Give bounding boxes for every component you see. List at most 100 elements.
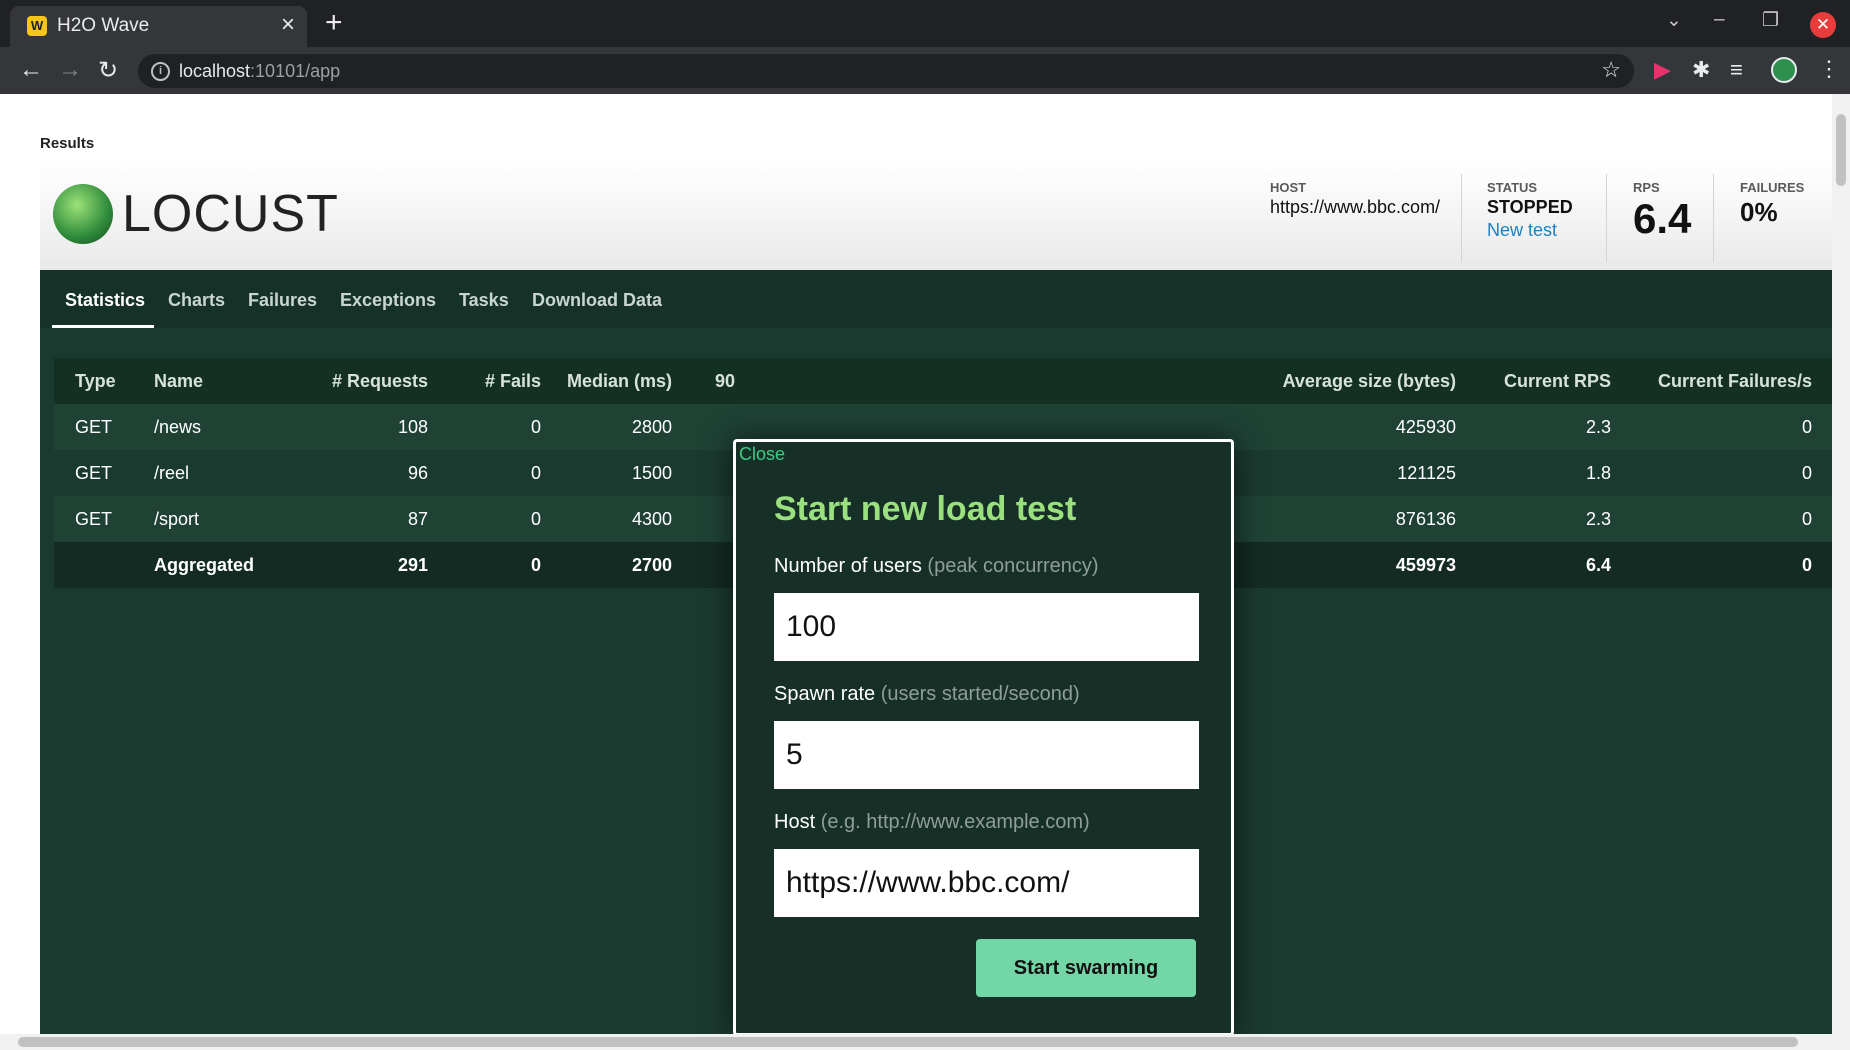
url-path: :10101/app bbox=[250, 61, 341, 81]
cell-name: /news bbox=[154, 417, 202, 437]
cell-fails: 0 bbox=[530, 509, 541, 529]
cell-name: /sport bbox=[154, 509, 200, 529]
new-test-link[interactable]: New test bbox=[1487, 220, 1573, 241]
browser-tabstrip: W H2O Wave × + ⌄ – ❐ ✕ bbox=[0, 0, 1850, 47]
col-type[interactable]: Type bbox=[75, 371, 116, 392]
host-label: Host bbox=[774, 811, 816, 833]
reload-icon[interactable]: ↻ bbox=[98, 56, 118, 85]
tab-tasks[interactable]: Tasks bbox=[459, 290, 509, 311]
scrollbar-thumb[interactable] bbox=[18, 1037, 1798, 1047]
tab-search-icon[interactable]: ⌄ bbox=[1666, 9, 1682, 32]
profile-avatar[interactable] bbox=[1771, 57, 1797, 83]
page-viewport: Results LOCUST HOST https://www.bbc.com/… bbox=[0, 94, 1850, 1050]
url-text[interactable]: localhost:10101/app bbox=[179, 61, 340, 82]
back-icon[interactable]: ← bbox=[19, 56, 43, 84]
cell-median: 2700 bbox=[631, 555, 672, 575]
close-tab-icon[interactable]: × bbox=[281, 11, 295, 39]
close-dialog-link[interactable]: Close bbox=[739, 444, 785, 465]
col-requests[interactable]: # Requests bbox=[332, 371, 428, 392]
cell-avg-size: 425930 bbox=[1395, 417, 1456, 437]
col-current-failures[interactable]: Current Failures/s bbox=[1658, 371, 1812, 392]
forward-icon[interactable]: → bbox=[58, 56, 82, 84]
col-avg-size[interactable]: Average size (bytes) bbox=[1283, 371, 1456, 392]
scrollbar-thumb[interactable] bbox=[1836, 114, 1846, 186]
users-hint: (peak concurrency) bbox=[927, 555, 1099, 577]
cell-name: /reel bbox=[154, 463, 190, 483]
extensions-puzzle-icon[interactable]: ✱ bbox=[1692, 57, 1710, 83]
cell-median: 2800 bbox=[631, 417, 672, 437]
browser-toolbar: ← → ↻ i localhost:10101/app ☆ ▶ ✱ ≡ ⋮ bbox=[0, 47, 1850, 94]
users-label: Number of users bbox=[774, 555, 922, 577]
col-fails[interactable]: # Fails bbox=[485, 371, 541, 392]
locust-logo-icon bbox=[53, 184, 113, 244]
host-input[interactable] bbox=[774, 849, 1199, 917]
cell-avg-size: 121125 bbox=[1397, 463, 1456, 483]
cell-fails: 0 bbox=[530, 417, 541, 437]
cell-fails: 0 bbox=[530, 463, 541, 483]
users-input[interactable] bbox=[774, 593, 1199, 661]
rps-label: RPS bbox=[1633, 180, 1660, 195]
restore-icon[interactable]: ❐ bbox=[1762, 9, 1779, 32]
cell-name: Aggregated bbox=[154, 555, 255, 575]
menu-kebab-icon[interactable]: ⋮ bbox=[1818, 56, 1840, 82]
tab-statistics[interactable]: Statistics bbox=[65, 290, 145, 311]
cell-type: GET bbox=[75, 417, 113, 437]
cell-requests: 108 bbox=[397, 417, 428, 437]
col-name[interactable]: Name bbox=[154, 371, 203, 392]
cell-current-failures: 0 bbox=[1801, 555, 1812, 575]
window-close-icon[interactable]: ✕ bbox=[1810, 12, 1836, 38]
cell-current-failures: 0 bbox=[1801, 417, 1812, 437]
cell-median: 4300 bbox=[631, 509, 672, 529]
rps-stat: RPS 6.4 bbox=[1633, 180, 1691, 243]
active-tab-indicator bbox=[52, 325, 154, 328]
tab-title: H2O Wave bbox=[57, 15, 150, 36]
cell-avg-size: 876136 bbox=[1395, 509, 1456, 529]
url-host: localhost bbox=[179, 61, 251, 81]
host-value: https://www.bbc.com/ bbox=[1270, 197, 1441, 217]
media-queue-icon[interactable]: ≡ bbox=[1730, 57, 1743, 83]
cell-fails: 0 bbox=[530, 555, 541, 575]
status-stat: STATUS STOPPED New test bbox=[1487, 180, 1573, 241]
cell-current-rps: 2.3 bbox=[1585, 509, 1611, 529]
cell-requests: 291 bbox=[397, 555, 428, 575]
tab-charts[interactable]: Charts bbox=[168, 290, 225, 311]
vertical-scrollbar[interactable] bbox=[1832, 94, 1850, 1034]
wave-logo-icon: W bbox=[27, 16, 47, 36]
host-field-label: Host (e.g. http://www.example.com) bbox=[774, 811, 1090, 834]
cell-current-failures: 0 bbox=[1801, 509, 1812, 529]
failures-stat: FAILURES 0% bbox=[1740, 180, 1804, 228]
address-bar[interactable]: i localhost:10101/app ☆ bbox=[138, 54, 1634, 88]
divider bbox=[1713, 174, 1714, 262]
new-tab-icon[interactable]: + bbox=[325, 6, 343, 40]
cell-requests: 87 bbox=[407, 509, 428, 529]
cell-current-failures: 0 bbox=[1801, 463, 1812, 483]
cell-current-rps: 1.8 bbox=[1585, 463, 1611, 483]
bookmark-star-icon[interactable]: ☆ bbox=[1601, 57, 1621, 83]
col-median[interactable]: Median (ms) bbox=[567, 371, 672, 392]
start-swarming-button[interactable]: Start swarming bbox=[976, 939, 1196, 997]
users-field-label: Number of users (peak concurrency) bbox=[774, 555, 1099, 578]
spawn-rate-input[interactable] bbox=[774, 721, 1199, 789]
horizontal-scrollbar[interactable] bbox=[0, 1034, 1850, 1050]
minimize-icon[interactable]: – bbox=[1714, 9, 1725, 31]
status-value: STOPPED bbox=[1487, 197, 1573, 217]
cell-requests: 96 bbox=[407, 463, 428, 483]
tab-failures[interactable]: Failures bbox=[248, 290, 317, 311]
extension-play-icon[interactable]: ▶ bbox=[1654, 57, 1671, 83]
tab-download-data[interactable]: Download Data bbox=[532, 290, 662, 311]
spawn-rate-hint: (users started/second) bbox=[880, 683, 1080, 705]
cell-avg-size: 459973 bbox=[1395, 555, 1456, 575]
tab-exceptions[interactable]: Exceptions bbox=[340, 290, 436, 311]
host-label: HOST bbox=[1270, 180, 1307, 195]
cell-current-rps: 2.3 bbox=[1585, 417, 1611, 437]
host-stat: HOST https://www.bbc.com/ bbox=[1270, 180, 1440, 218]
col-90th-percentile[interactable]: 90 bbox=[715, 371, 735, 392]
col-current-rps[interactable]: Current RPS bbox=[1504, 371, 1611, 392]
divider bbox=[1461, 174, 1462, 262]
new-load-test-dialog: Close Start new load test Number of user… bbox=[733, 439, 1234, 1036]
dialog-title: Start new load test bbox=[774, 490, 1077, 528]
browser-tab[interactable]: W H2O Wave × bbox=[10, 6, 307, 47]
site-info-icon[interactable]: i bbox=[151, 62, 170, 81]
cell-type: GET bbox=[75, 463, 113, 483]
cell-type: GET bbox=[75, 509, 113, 529]
